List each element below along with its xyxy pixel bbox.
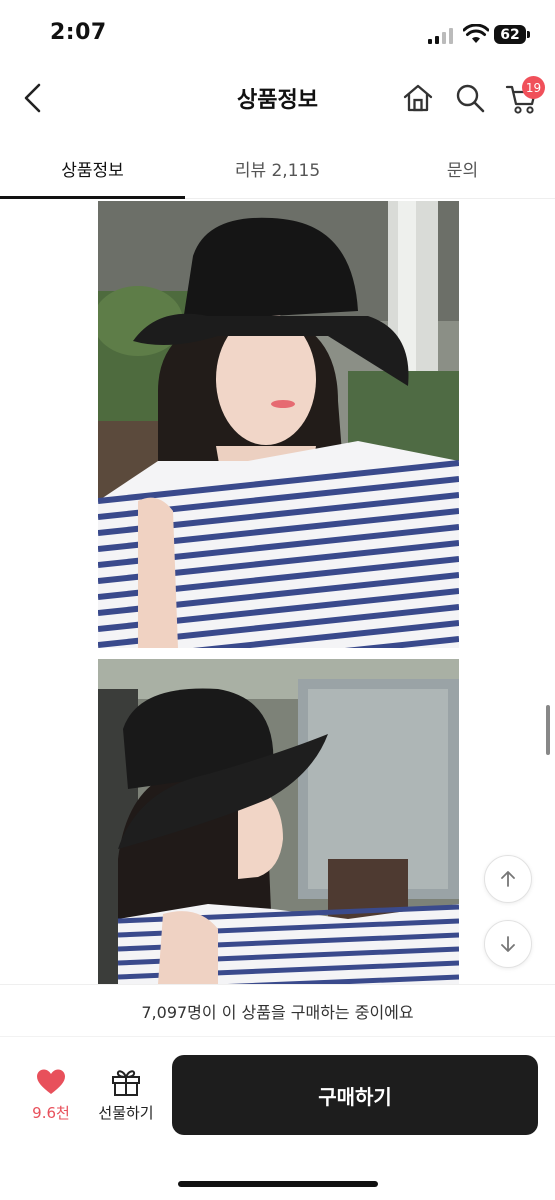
product-photo-2 bbox=[98, 659, 459, 984]
gift-label: 선물하기 bbox=[98, 1104, 154, 1122]
home-icon[interactable] bbox=[402, 82, 434, 114]
tab-product-info[interactable]: 상품정보 bbox=[0, 138, 185, 198]
tab-reviews[interactable]: 리뷰 2,115 bbox=[185, 138, 370, 198]
like-button[interactable]: 9.6천 bbox=[25, 1068, 77, 1123]
scrollbar-thumb[interactable] bbox=[546, 705, 550, 755]
status-time: 2:07 bbox=[50, 20, 107, 45]
home-indicator bbox=[178, 1181, 378, 1187]
tab-inquiry[interactable]: 문의 bbox=[370, 138, 555, 198]
cart-count-badge: 19 bbox=[522, 76, 545, 99]
battery-nub bbox=[527, 31, 530, 38]
like-count: 9.6천 bbox=[32, 1104, 70, 1122]
scroll-down-button[interactable] bbox=[484, 920, 532, 968]
arrow-down-icon bbox=[501, 936, 515, 952]
cellular-signal-icon bbox=[428, 28, 453, 44]
bottom-divider bbox=[0, 1036, 555, 1037]
arrow-up-icon bbox=[501, 871, 515, 887]
gift-icon bbox=[112, 1070, 140, 1096]
search-icon[interactable] bbox=[454, 82, 486, 114]
gift-button[interactable]: 선물하기 bbox=[92, 1068, 160, 1123]
product-photo-1 bbox=[98, 201, 459, 648]
scroll-up-button[interactable] bbox=[484, 855, 532, 903]
battery-indicator: 62 bbox=[494, 25, 526, 44]
active-tab-indicator bbox=[0, 196, 185, 199]
wifi-icon bbox=[463, 24, 489, 43]
tab-bar: 상품정보 리뷰 2,115 문의 bbox=[0, 138, 555, 200]
back-arrow-icon[interactable] bbox=[18, 82, 50, 114]
buy-button[interactable]: 구매하기 bbox=[172, 1055, 538, 1135]
buyers-count-banner: 7,097명이 이 상품을 구매하는 중이에요 bbox=[0, 984, 555, 1037]
heart-icon bbox=[37, 1069, 65, 1094]
